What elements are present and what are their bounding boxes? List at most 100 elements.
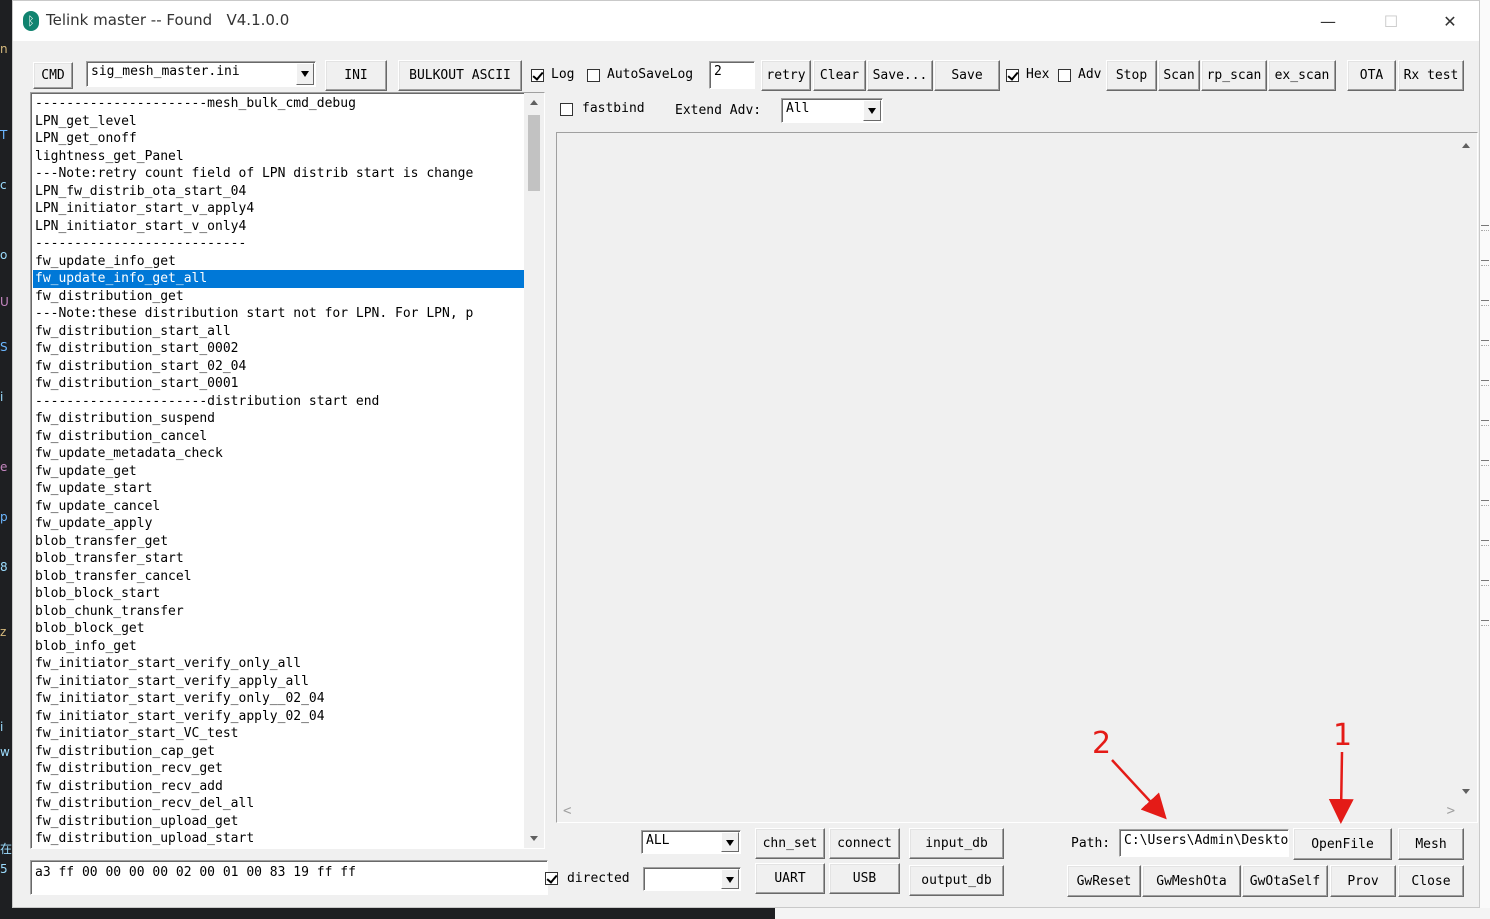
- uart-button[interactable]: UART: [755, 863, 825, 894]
- list-item[interactable]: fw_distribution_start_0001: [33, 375, 525, 393]
- list-item[interactable]: blob_block_start: [33, 585, 525, 603]
- list-item[interactable]: fw_initiator_start_verify_only__02_04: [33, 690, 525, 708]
- input-db-button[interactable]: input_db: [909, 828, 1004, 859]
- chevron-down-icon[interactable]: [721, 869, 739, 889]
- list-item[interactable]: fw_distribution_start_0002: [33, 340, 525, 358]
- list-item[interactable]: fw_distribution_start_all: [33, 323, 525, 341]
- directed-checkbox[interactable]: [545, 872, 558, 885]
- cmd-button[interactable]: CMD: [33, 62, 73, 89]
- list-item[interactable]: fw_distribution_recv_del_all: [33, 795, 525, 813]
- list-item[interactable]: blob_info_get: [33, 638, 525, 656]
- hex-checkbox[interactable]: [1006, 69, 1019, 82]
- log-checkbox[interactable]: [531, 69, 544, 82]
- list-item[interactable]: fw_initiator_start_VC_test: [33, 725, 525, 743]
- chn-set-button[interactable]: chn_set: [755, 828, 825, 859]
- list-item[interactable]: ---Note:retry count field of LPN distrib…: [33, 165, 525, 183]
- extend-adv-select[interactable]: All: [781, 98, 883, 123]
- list-item[interactable]: fw_initiator_start_verify_apply_02_04: [33, 708, 525, 726]
- scroll-down-icon[interactable]: [1457, 782, 1475, 800]
- close-button[interactable]: Close: [1398, 865, 1464, 897]
- list-item[interactable]: lightness_get_Panel: [33, 148, 525, 166]
- list-item[interactable]: ----------------------mesh_bulk_cmd_debu…: [33, 95, 525, 113]
- command-list-scrollbar[interactable]: [524, 93, 544, 848]
- output-db-button[interactable]: output_db: [909, 865, 1004, 896]
- ex-scan-button[interactable]: ex_scan: [1268, 60, 1336, 91]
- gw-reset-button[interactable]: GwReset: [1067, 865, 1141, 897]
- list-item[interactable]: blob_transfer_start: [33, 550, 525, 568]
- list-item[interactable]: fw_update_apply: [33, 515, 525, 533]
- list-item[interactable]: fw_distribution_suspend: [33, 410, 525, 428]
- list-item[interactable]: fw_distribution_start_02_04: [33, 358, 525, 376]
- list-item[interactable]: ---------------------------: [33, 235, 525, 253]
- chevron-down-icon[interactable]: [863, 100, 881, 121]
- list-item[interactable]: fw_distribution_recv_add: [33, 778, 525, 796]
- list-item[interactable]: fw_initiator_start_verify_apply_all: [33, 673, 525, 691]
- list-item[interactable]: fw_update_metadata_check: [33, 445, 525, 463]
- scroll-up-icon[interactable]: [1457, 137, 1475, 155]
- command-list[interactable]: ----------------------mesh_bulk_cmd_debu…: [30, 92, 545, 849]
- scrollbar-thumb[interactable]: [528, 115, 540, 191]
- mesh-button[interactable]: Mesh: [1398, 828, 1464, 860]
- fastbind-checkbox[interactable]: [560, 103, 573, 116]
- list-item[interactable]: fw_update_start: [33, 480, 525, 498]
- maximize-button[interactable]: ☐: [1368, 9, 1414, 35]
- list-item[interactable]: ----------------------distribution start…: [33, 393, 525, 411]
- list-item[interactable]: fw_update_info_get_all: [33, 270, 525, 288]
- rp-scan-button[interactable]: rp_scan: [1201, 60, 1267, 91]
- list-item[interactable]: fw_distribution_get: [33, 288, 525, 306]
- close-window-button[interactable]: ✕: [1427, 9, 1473, 35]
- list-item[interactable]: ---Note:these distribution start not for…: [33, 305, 525, 323]
- channel-select[interactable]: ALL: [641, 830, 741, 854]
- ota-button[interactable]: OTA: [1347, 60, 1396, 91]
- list-item[interactable]: blob_chunk_transfer: [33, 603, 525, 621]
- chevron-down-icon[interactable]: [296, 63, 314, 85]
- list-item[interactable]: fw_initiator_start_verify_only_all: [33, 655, 525, 673]
- scan-button[interactable]: Scan: [1158, 60, 1200, 91]
- directed-select[interactable]: [643, 867, 741, 891]
- command-list-items: ----------------------mesh_bulk_cmd_debu…: [33, 95, 525, 848]
- list-item[interactable]: blob_block_get: [33, 620, 525, 638]
- connect-button[interactable]: connect: [829, 828, 900, 859]
- scroll-down-icon[interactable]: [525, 829, 543, 847]
- clear-button[interactable]: Clear: [813, 60, 866, 91]
- list-item[interactable]: fw_distribution_upload_start: [33, 830, 525, 848]
- list-item[interactable]: fw_update_cancel: [33, 498, 525, 516]
- command-input[interactable]: a3 ff 00 00 00 00 02 00 01 00 83 19 ff f…: [30, 860, 548, 895]
- path-input[interactable]: C:\Users\Admin\Desktop: [1119, 829, 1289, 857]
- list-item[interactable]: blob_transfer_cancel: [33, 568, 525, 586]
- retry-count-input[interactable]: 2: [709, 61, 755, 89]
- scroll-left-icon[interactable]: <: [563, 803, 571, 819]
- list-item[interactable]: fw_distribution_upload_get: [33, 813, 525, 831]
- gw-mesh-ota-button[interactable]: GwMeshOta: [1142, 865, 1241, 897]
- adv-checkbox[interactable]: [1058, 69, 1071, 82]
- title-bar[interactable]: ᛒ Telink master -- Found V4.1.0.0 — ☐ ✕: [13, 1, 1479, 41]
- usb-button[interactable]: USB: [829, 863, 900, 894]
- list-item[interactable]: fw_distribution_cap_get: [33, 743, 525, 761]
- autosave-log-checkbox[interactable]: [587, 69, 600, 82]
- minimize-button[interactable]: —: [1305, 9, 1351, 35]
- list-item[interactable]: fw_distribution_recv_get: [33, 760, 525, 778]
- retry-button[interactable]: retry: [761, 60, 811, 91]
- stop-button[interactable]: Stop: [1106, 60, 1157, 91]
- scroll-up-icon[interactable]: [525, 94, 543, 112]
- list-item[interactable]: LPN_get_level: [33, 113, 525, 131]
- gw-ota-self-button[interactable]: GwOtaSelf: [1242, 865, 1328, 897]
- bulkout-ascii-button[interactable]: BULKOUT ASCII: [398, 60, 522, 91]
- rx-test-button[interactable]: Rx test: [1398, 60, 1464, 91]
- save-button[interactable]: Save: [934, 60, 1000, 91]
- scroll-right-icon[interactable]: >: [1447, 803, 1455, 819]
- list-item[interactable]: LPN_get_onoff: [33, 130, 525, 148]
- list-item[interactable]: LPN_fw_distrib_ota_start_04: [33, 183, 525, 201]
- list-item[interactable]: fw_update_info_get: [33, 253, 525, 271]
- list-item[interactable]: LPN_initiator_start_v_only4: [33, 218, 525, 236]
- save-as-button[interactable]: Save...: [867, 60, 933, 91]
- ini-file-select[interactable]: sig_mesh_master.ini: [86, 61, 316, 87]
- ini-button[interactable]: INI: [325, 60, 387, 91]
- list-item[interactable]: fw_update_get: [33, 463, 525, 481]
- list-item[interactable]: LPN_initiator_start_v_apply4: [33, 200, 525, 218]
- list-item[interactable]: fw_distribution_cancel: [33, 428, 525, 446]
- prov-button[interactable]: Prov: [1330, 865, 1396, 897]
- openfile-button[interactable]: OpenFile: [1293, 828, 1392, 860]
- chevron-down-icon[interactable]: [721, 832, 739, 852]
- list-item[interactable]: blob_transfer_get: [33, 533, 525, 551]
